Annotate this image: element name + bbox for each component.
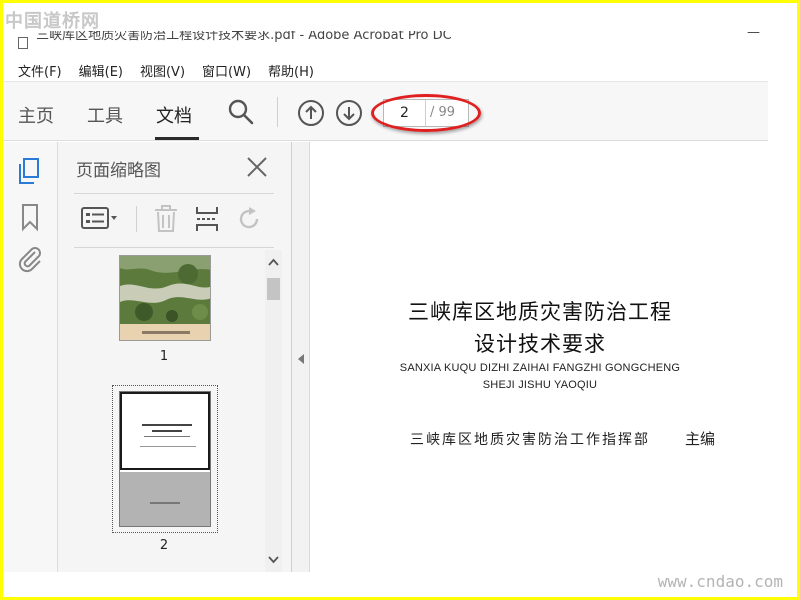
thumbnails-panel: 页面缩略图 1 2	[58, 142, 292, 572]
scroll-thumb[interactable]	[267, 278, 280, 300]
menu-view[interactable]: 视图(V)	[140, 61, 185, 81]
attachment-icon[interactable]	[15, 244, 45, 278]
doc-title-line2: 设计技术要求	[474, 332, 606, 356]
watermark-bottom: www.cndao.com	[657, 572, 783, 591]
window-controls[interactable]: —	[747, 31, 760, 40]
arrow-up-circle-icon[interactable]	[297, 99, 325, 131]
page-thumbnail-1[interactable]	[119, 255, 211, 341]
menu-help[interactable]: 帮助(H)	[268, 61, 314, 81]
thumbnail-label-1: 1	[159, 349, 169, 364]
bookmark-icon[interactable]	[15, 202, 45, 236]
doc-title-line1: 三峡库区地质灾害防治工程	[408, 300, 672, 324]
rotate-icon[interactable]	[234, 204, 264, 238]
cover-landscape-image	[120, 256, 210, 324]
tab-document[interactable]: 文档	[156, 102, 192, 128]
app-icon	[18, 36, 28, 49]
thumbnail-scrollbar[interactable]	[265, 250, 282, 572]
doc-publisher: 三峡库区地质灾害防治工作指挥部	[410, 432, 650, 448]
menu-window[interactable]: 窗口(W)	[202, 61, 251, 81]
main-toolbar: 主页 工具 文档 / 99	[3, 81, 768, 141]
doc-english-line2: SHEJI JISHU YAOQIU	[482, 379, 598, 391]
menu-edit[interactable]: 编辑(E)	[79, 61, 123, 81]
window-titlebar: 三峡库区地质灾害防治工程设计技术要求.pdf - Adobe Acrobat P…	[18, 31, 778, 49]
thumbnail-options-menu-icon[interactable]	[80, 204, 120, 236]
doc-english-line1: SANXIA KUQU DIZHI ZAIHAI FANGZHI GONGCHE…	[399, 362, 681, 374]
toolbar-divider	[277, 97, 278, 127]
tab-home[interactable]: 主页	[18, 102, 54, 128]
navigation-rail	[3, 142, 58, 572]
doc-role: 主编	[685, 430, 716, 448]
tab-tools[interactable]: 工具	[87, 102, 123, 128]
active-tab-indicator	[155, 137, 199, 140]
arrow-down-circle-icon[interactable]	[335, 99, 363, 131]
right-margin	[768, 43, 797, 573]
cover-footer	[120, 324, 210, 340]
page-thumbnail-2[interactable]	[112, 385, 218, 533]
thumbnail-page-preview	[119, 391, 211, 527]
page-thumbnails-icon[interactable]	[15, 156, 45, 190]
collapse-panel-button[interactable]	[292, 142, 310, 572]
panel-divider	[74, 193, 274, 194]
window-title: 三峡库区地质灾害防治工程设计技术要求.pdf - Adobe Acrobat P…	[36, 31, 452, 43]
chevron-left-icon	[298, 354, 304, 364]
watermark-top: 中国道桥网	[5, 11, 100, 32]
menu-file[interactable]: 文件(F)	[18, 61, 62, 81]
panel-title: 页面缩略图	[76, 161, 161, 181]
trash-icon[interactable]	[152, 204, 180, 238]
close-icon[interactable]	[245, 155, 269, 183]
thumbnail-lower-area	[120, 472, 210, 526]
thumbnail-label-2: 2	[159, 538, 169, 553]
search-icon[interactable]	[227, 98, 255, 130]
visible-area-frame	[120, 392, 210, 470]
highlight-ellipse-annotation	[371, 94, 481, 132]
panel-toolbar-divider	[136, 206, 137, 232]
panel-divider	[74, 247, 274, 248]
scroll-down-arrow-icon[interactable]	[268, 556, 279, 564]
document-page: 三峡库区地质灾害防治工程 设计技术要求 SANXIA KUQU DIZHI ZA…	[310, 142, 768, 572]
insert-page-icon[interactable]	[193, 204, 221, 238]
app-frame: 中国道桥网 三峡库区地质灾害防治工程设计技术要求.pdf - Adobe Acr…	[3, 3, 797, 597]
thumbnail-list: 1 2	[58, 249, 264, 572]
scroll-up-arrow-icon[interactable]	[268, 258, 279, 266]
menu-bar: 文件(F) 编辑(E) 视图(V) 窗口(W) 帮助(H)	[18, 61, 331, 81]
